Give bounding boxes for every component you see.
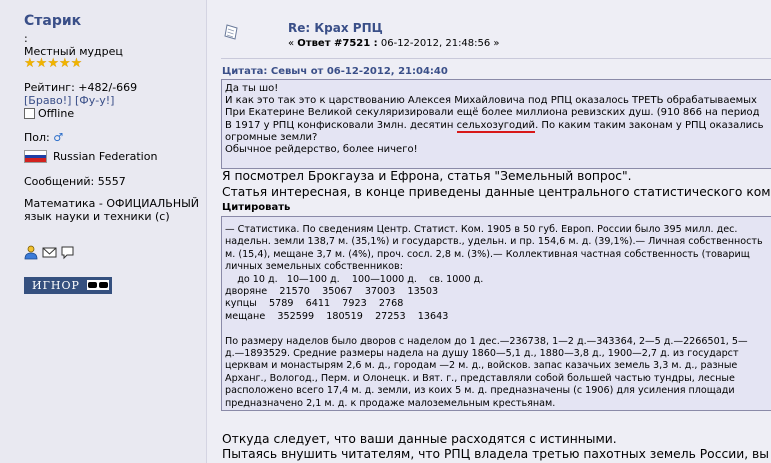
ignore-label: ИГНОР bbox=[32, 279, 80, 292]
status-indicator-icon bbox=[24, 108, 35, 119]
country-name: Russian Federation bbox=[53, 150, 158, 163]
user-colon: : bbox=[24, 32, 28, 45]
post-content: Re: Крах РПЦ « Ответ #7521 : 06-12-2012,… bbox=[207, 0, 771, 463]
user-post-count: Сообщений: 5557 bbox=[24, 175, 126, 188]
user-gender: Пол: ♂ bbox=[24, 131, 63, 144]
cite-block: — Статистика. По сведениям Центр. Статис… bbox=[221, 216, 771, 411]
cite-line: предназначено 2,1 м. д. к продаже малозе… bbox=[225, 397, 556, 409]
rank-stars: ★★★★★ bbox=[24, 56, 83, 71]
header-divider bbox=[221, 58, 771, 59]
cite-line: — Статистика. По сведениям Центр. Статис… bbox=[225, 224, 738, 235]
cite-line: м. (15,4), мещане 3,7 м. (4%), проч. сос… bbox=[225, 248, 750, 260]
bravo-vote-link[interactable]: [Браво!] bbox=[24, 94, 71, 107]
gender-label: Пол: bbox=[24, 131, 54, 144]
quote-line: При Екатерине Великой секуляризировали е… bbox=[225, 107, 760, 119]
cite-line: мещане 352599 180519 27253 13643 bbox=[225, 310, 449, 322]
cite-line: до 10 д. 10—100 д. 100—1000 д. св. 1000 … bbox=[225, 273, 484, 285]
vote-links: [Браво!] [Фу-у!] bbox=[24, 94, 114, 107]
chat-bubble-icon[interactable] bbox=[60, 245, 75, 260]
cite-line: дворяне 21570 35067 37003 13503 bbox=[225, 286, 439, 298]
status-text: Offline bbox=[38, 107, 75, 120]
star-icon: ★ bbox=[70, 56, 83, 71]
cite-line: церквам и монастырям 2,6 м. д., городам … bbox=[225, 360, 738, 372]
star-icon: ★ bbox=[24, 56, 36, 71]
post-text-line: Я посмотрел Брокгауза и Ефрона, статья "… bbox=[222, 169, 632, 183]
online-status: Offline bbox=[24, 107, 74, 120]
fu-vote-link[interactable]: [Фу-у!] bbox=[75, 94, 114, 107]
cite-line: д.—1893529. Средние размеры надела на ду… bbox=[225, 348, 739, 360]
post-text-line: Статья интересная, в конце приведены дан… bbox=[222, 185, 771, 199]
cite-line: расположено всего 17,4 м. д. земли, из к… bbox=[225, 385, 735, 397]
mail-icon[interactable] bbox=[42, 245, 57, 260]
cite-line: купцы 5789 6411 7923 2768 bbox=[225, 298, 404, 310]
user-signature: Математика - ОФИЦИАЛЬНЫЙ язык науки и те… bbox=[24, 197, 200, 223]
quote-line: И как это так это к царствованию Алексея… bbox=[225, 95, 757, 107]
quote-header-link[interactable]: Цитата: Севыч от 06-12-2012, 21:04:40 bbox=[222, 66, 448, 77]
quote-line: В 1917 у РПЦ конфисковали 3млн. десятин … bbox=[225, 119, 771, 133]
quote-line: Обычное рейдерство, более ничего! bbox=[225, 144, 418, 156]
cite-line: Арханг., Вологод., Перм. и Олонецк. и Вя… bbox=[225, 372, 735, 384]
answer-number: Ответ #7521 : bbox=[297, 38, 378, 49]
post-text-line: Откуда следует, что ваши данные расходят… bbox=[222, 432, 617, 446]
post-text-line: Пытаясь внушить читателям, что РПЦ владе… bbox=[222, 447, 769, 461]
cite-header: Цитировать bbox=[222, 202, 291, 213]
user-rating: Рейтинг: +482/-669 bbox=[24, 81, 138, 94]
star-icon: ★ bbox=[47, 56, 59, 71]
russia-flag-icon bbox=[24, 150, 47, 163]
cite-line: личных земельных собственников: bbox=[225, 261, 403, 273]
meta-prefix: « bbox=[288, 38, 298, 49]
post-title-link[interactable]: Re: Крах РПЦ bbox=[288, 21, 383, 35]
male-icon: ♂ bbox=[53, 131, 64, 144]
underlined-word: сельхозугодий bbox=[456, 119, 536, 133]
sunglasses-icon bbox=[87, 280, 109, 290]
quote-line: огромные земли? bbox=[225, 131, 318, 143]
user-action-icons bbox=[24, 245, 75, 260]
post-meta: « Ответ #7521 : 06-12-2012, 21:48:56 » bbox=[288, 38, 500, 49]
document-icon bbox=[224, 24, 238, 40]
quote-line-part: В 1917 у РПЦ конфисковали 3млн. десятин bbox=[225, 119, 457, 131]
quote-line-part: . По каким таким законам у РПЦ оказались bbox=[535, 119, 764, 131]
profile-icon[interactable] bbox=[24, 245, 39, 260]
quote-block: Да ты шо! И как это так это к царствован… bbox=[221, 79, 771, 169]
user-country: Russian Federation bbox=[24, 150, 157, 163]
username-link[interactable]: Старик bbox=[24, 14, 81, 28]
post-date: 06-12-2012, 21:48:56 » bbox=[377, 38, 500, 49]
cite-line: надельн. земли 138,7 м. (35,1%) и госуда… bbox=[225, 236, 763, 248]
cite-line: По размеру наделов было дворов с наделом… bbox=[225, 335, 748, 347]
star-icon: ★ bbox=[35, 56, 48, 71]
cite-line bbox=[225, 323, 771, 335]
quote-line: Да ты шо! bbox=[225, 83, 279, 94]
star-icon: ★ bbox=[58, 56, 71, 71]
user-profile-panel: Старик : Местный мудрец ★★★★★ Рейтинг: +… bbox=[0, 0, 207, 463]
ignore-button[interactable]: ИГНОР bbox=[24, 277, 112, 294]
